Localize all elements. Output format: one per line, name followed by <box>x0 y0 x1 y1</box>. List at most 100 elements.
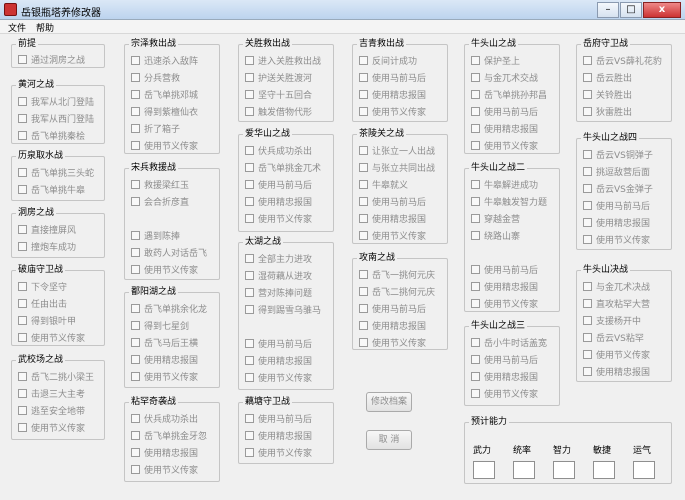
checkbox-box[interactable] <box>359 179 368 189</box>
checkbox-box[interactable] <box>359 320 368 330</box>
option-checkbox[interactable]: 岳飞单挑孙邦昌 <box>471 88 547 101</box>
checkbox-box[interactable] <box>471 140 480 150</box>
option-checkbox[interactable]: 使用马前马后 <box>245 178 312 191</box>
cancel-button[interactable]: 取 消 <box>366 430 412 450</box>
option-checkbox[interactable]: 与金兀术决战 <box>583 280 650 293</box>
checkbox-box[interactable] <box>359 269 368 279</box>
checkbox-box[interactable] <box>471 388 480 398</box>
option-checkbox[interactable]: 使用节义传家 <box>245 371 312 384</box>
option-checkbox[interactable]: 触发借物代形 <box>245 105 312 118</box>
option-checkbox[interactable]: 任由出击 <box>18 297 67 310</box>
checkbox-box[interactable] <box>471 230 480 240</box>
option-checkbox[interactable]: 使用马前马后 <box>359 71 426 84</box>
checkbox-box[interactable] <box>131 337 140 347</box>
option-checkbox[interactable]: 得到七星剑 <box>131 319 189 332</box>
option-checkbox[interactable]: 伏兵成功杀出 <box>131 412 198 425</box>
checkbox-box[interactable] <box>131 354 140 364</box>
option-checkbox[interactable]: 使用精忠报国 <box>359 88 426 101</box>
option-checkbox[interactable]: 支援杨开中 <box>583 314 641 327</box>
option-checkbox[interactable]: 岳云VS薛礼花豹 <box>583 54 662 67</box>
option-checkbox[interactable]: 得到紫檀仙衣 <box>131 105 198 118</box>
option-checkbox[interactable]: 与金兀术交战 <box>471 71 538 84</box>
checkbox-box[interactable] <box>245 72 254 82</box>
close-button[interactable]: x <box>643 2 681 18</box>
option-checkbox[interactable]: 保护圣上 <box>471 54 520 67</box>
checkbox-box[interactable] <box>131 447 140 457</box>
checkbox-box[interactable] <box>359 286 368 296</box>
option-checkbox[interactable]: 使用节义传家 <box>131 139 198 152</box>
checkbox-box[interactable] <box>359 230 368 240</box>
checkbox-box[interactable] <box>359 213 368 223</box>
option-checkbox[interactable]: 反间计成功 <box>359 54 417 67</box>
option-checkbox[interactable]: 使用马前马后 <box>471 353 538 366</box>
checkbox-box[interactable] <box>245 338 254 348</box>
option-checkbox[interactable]: 得到银叶甲 <box>18 314 76 327</box>
checkbox-box[interactable] <box>359 337 368 347</box>
option-checkbox[interactable]: 使用节义传家 <box>131 463 198 476</box>
checkbox-box[interactable] <box>131 123 140 133</box>
checkbox-box[interactable] <box>583 234 592 244</box>
checkbox-box[interactable] <box>245 55 254 65</box>
option-checkbox[interactable]: 遇到陈捧 <box>131 229 180 242</box>
checkbox-box[interactable] <box>583 106 592 116</box>
option-checkbox[interactable]: 岳云VS铜弹子 <box>583 148 653 161</box>
option-checkbox[interactable]: 会合折彦直 <box>131 195 189 208</box>
option-checkbox[interactable]: 进入关胜救出战 <box>245 54 321 67</box>
stat-input-intelligence[interactable] <box>553 461 575 479</box>
option-checkbox[interactable]: 伏兵成功杀出 <box>245 144 312 157</box>
modify-save-button[interactable]: 修改档案 <box>366 392 412 412</box>
checkbox-box[interactable] <box>471 298 480 308</box>
checkbox-box[interactable] <box>471 337 480 347</box>
checkbox-box[interactable] <box>245 253 254 263</box>
checkbox-box[interactable] <box>245 413 254 423</box>
checkbox-box[interactable] <box>359 162 368 172</box>
option-checkbox[interactable]: 岳云VS粘罕 <box>583 331 644 344</box>
checkbox-box[interactable] <box>131 72 140 82</box>
checkbox-box[interactable] <box>131 430 140 440</box>
checkbox-box[interactable] <box>245 447 254 457</box>
checkbox-box[interactable] <box>245 89 254 99</box>
checkbox-box[interactable] <box>583 89 592 99</box>
stat-input-agility[interactable] <box>593 461 615 479</box>
option-checkbox[interactable]: 岳飞单挑邓城 <box>131 88 198 101</box>
option-checkbox[interactable]: 下令坚守 <box>18 280 67 293</box>
checkbox-box[interactable] <box>18 332 27 342</box>
checkbox-box[interactable] <box>18 281 27 291</box>
option-checkbox[interactable]: 岳飞单挑三头蛇 <box>18 166 94 179</box>
checkbox-box[interactable] <box>18 371 27 381</box>
checkbox-box[interactable] <box>583 332 592 342</box>
checkbox-box[interactable] <box>471 371 480 381</box>
checkbox-box[interactable] <box>18 96 27 106</box>
checkbox-box[interactable] <box>471 179 480 189</box>
checkbox-box[interactable] <box>471 264 480 274</box>
maximize-button[interactable]: □ <box>620 2 642 18</box>
checkbox-box[interactable] <box>471 106 480 116</box>
option-checkbox[interactable]: 使用节义传家 <box>18 421 85 434</box>
checkbox-box[interactable] <box>18 113 27 123</box>
checkbox-box[interactable] <box>359 196 368 206</box>
checkbox-box[interactable] <box>18 130 27 140</box>
option-checkbox[interactable]: 狄雷胜出 <box>583 105 632 118</box>
stat-input-strength[interactable] <box>473 461 495 479</box>
checkbox-box[interactable] <box>471 89 480 99</box>
stat-input-luck[interactable] <box>633 461 655 479</box>
checkbox-box[interactable] <box>245 179 254 189</box>
option-checkbox[interactable]: 使用节义传家 <box>131 370 198 383</box>
checkbox-box[interactable] <box>471 55 480 65</box>
option-checkbox[interactable]: 挑逗敌营后面 <box>583 165 650 178</box>
option-checkbox[interactable]: 使用马前马后 <box>245 412 312 425</box>
checkbox-box[interactable] <box>471 213 480 223</box>
option-checkbox[interactable]: 使用节义传家 <box>245 212 312 225</box>
checkbox-box[interactable] <box>245 196 254 206</box>
checkbox-box[interactable] <box>18 54 27 64</box>
option-checkbox[interactable]: 使用节义传家 <box>131 263 198 276</box>
option-checkbox[interactable]: 岳飞单挑秦桧 <box>18 129 85 142</box>
checkbox-box[interactable] <box>245 270 254 280</box>
option-checkbox[interactable]: 坚守十五回合 <box>245 88 312 101</box>
option-checkbox[interactable]: 牛皋触发智力题 <box>471 195 547 208</box>
checkbox-box[interactable] <box>583 55 592 65</box>
option-checkbox[interactable]: 使用精忠报国 <box>583 365 650 378</box>
checkbox-box[interactable] <box>583 166 592 176</box>
option-checkbox[interactable]: 使用马前马后 <box>245 337 312 350</box>
checkbox-box[interactable] <box>131 303 140 313</box>
